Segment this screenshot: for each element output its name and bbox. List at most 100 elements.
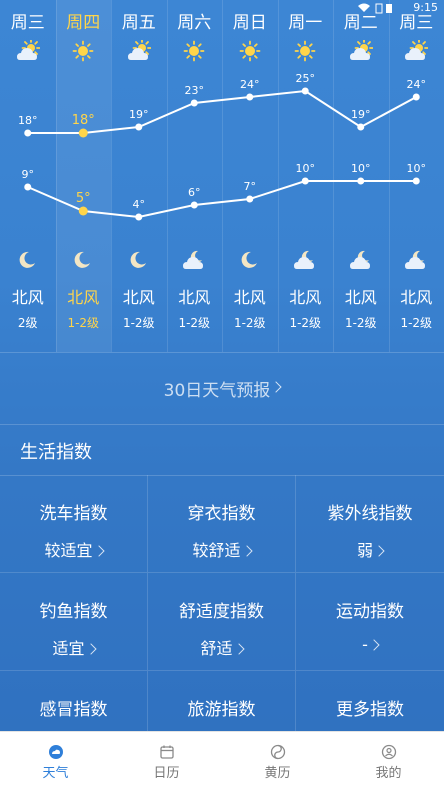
tab-label: 我的: [375, 766, 402, 781]
temperature-point: [24, 129, 32, 137]
wind-level: 1-2级: [344, 316, 377, 330]
temperature-label: 18°: [18, 114, 38, 127]
temperature-label: 7°: [244, 180, 257, 193]
life-index-cell[interactable]: 穿衣指数较舒适: [148, 475, 296, 573]
temperature-label: 9°: [22, 168, 35, 181]
temperature-point: [246, 195, 254, 203]
life-index-value: 较舒适: [148, 537, 295, 561]
tab-label: 天气: [42, 766, 69, 781]
moon-icon: [71, 249, 95, 271]
temperature-point: [135, 213, 143, 221]
life-index-cell[interactable]: 运动指数 -: [296, 573, 444, 671]
chevron-right-icon: [232, 642, 245, 655]
temperature-label: 6°: [188, 186, 201, 199]
tab-calendar[interactable]: 日历: [111, 732, 222, 790]
divider: [0, 424, 444, 425]
moon-icon: [127, 249, 151, 271]
temperature-point: [412, 93, 420, 101]
life-index-value: 适宜: [0, 635, 147, 659]
wind-level: 1-2级: [289, 316, 322, 330]
temperature-label: 19°: [129, 108, 149, 121]
wind-level: 1-2级: [178, 316, 211, 330]
wind-direction: 北风: [289, 288, 322, 307]
life-index-name: 钓鱼指数: [39, 602, 108, 622]
tab-label: 日历: [153, 766, 180, 781]
wind-level: 2级: [17, 316, 38, 330]
temperature-chart: 18° 18° 19° 23° 24° 25° 19° 24° 9° 5° 4° 6° 7° 10° 10°…: [18, 72, 427, 221]
weather-icon: [48, 744, 64, 760]
temperature-point: [412, 177, 420, 185]
moon-icon: [238, 249, 262, 271]
life-index-value: 较适宜: [0, 537, 147, 561]
temperature-point: [246, 93, 254, 101]
temperature-label: 10°: [407, 162, 427, 175]
temperature-label: 23°: [185, 84, 205, 97]
life-index-cell[interactable]: 紫外线指数弱: [296, 475, 444, 573]
wind-direction: 北风: [178, 288, 211, 307]
life-index-name: 运动指数: [336, 602, 404, 622]
wind-level: 1-2级: [400, 316, 433, 330]
moon-icon: [16, 249, 40, 271]
life-index-name: 感冒指数: [39, 700, 108, 720]
temperature-point: [78, 128, 88, 138]
temperature-label: 24°: [407, 78, 427, 91]
wind-direction: 北风: [67, 288, 100, 307]
life-index-value-text: 舒适: [200, 639, 233, 658]
forecast-panel[interactable]: 周三 北风 2级 周四 北风 1-2级 周五 北风 1-2级 周六 北风 1-2级 周日 北风 1-2级 周一…: [0, 0, 444, 352]
wind-level: 1-2级: [67, 316, 100, 330]
chevron-right-icon: [368, 638, 380, 651]
wind-level: 1-2级: [122, 316, 155, 330]
life-index-grid: 洗车指数 较适宜 穿衣指数 较舒适 紫外线指数弱钓鱼指数 适宜 舒适度指数 舒适 运动指数 - 感冒…: [0, 475, 444, 769]
temperature-point: [357, 123, 365, 131]
temperature-label: 18°: [72, 113, 95, 128]
life-index-cell[interactable]: 洗车指数 较适宜: [0, 475, 148, 573]
almanac-icon: [270, 744, 286, 760]
chevron-right-icon: [270, 381, 282, 393]
wind-direction: 北风: [11, 288, 44, 307]
chevron-right-icon: [92, 544, 105, 557]
life-index-value-text: 弱: [356, 541, 373, 560]
forecast-30-link[interactable]: 30日天气预报: [0, 352, 444, 424]
wind-level: 1-2级: [233, 316, 266, 330]
life-index-cell[interactable]: 钓鱼指数适宜: [0, 573, 148, 671]
tab-almanac[interactable]: 黄历: [222, 732, 333, 790]
cloudy-moon-icon: [182, 249, 206, 271]
cloudy-moon-icon: [349, 249, 373, 271]
temperature-point: [190, 201, 198, 209]
tab-label: 黄历: [264, 766, 291, 781]
chevron-right-icon: [373, 544, 385, 557]
bottom-tab-bar: 天气 日历 黄历 我的: [0, 731, 444, 790]
life-index-value-text: 适宜: [52, 639, 85, 658]
life-index-name: 穿衣指数: [187, 504, 256, 524]
temperature-point: [24, 183, 32, 191]
life-index-value: 舒适: [148, 635, 295, 659]
wind-direction: 北风: [344, 288, 377, 307]
temperature-label: 10°: [296, 162, 316, 175]
life-index-name: 更多指数: [336, 700, 404, 720]
temperature-label: 24°: [240, 78, 260, 91]
calendar-icon: [159, 744, 175, 760]
life-index-title: 生活指数: [20, 442, 92, 463]
temperature-point: [301, 87, 309, 95]
temperature-point: [357, 177, 365, 185]
temperature-label: 10°: [351, 162, 371, 175]
wind-direction: 北风: [122, 288, 155, 307]
temperature-point: [301, 177, 309, 185]
life-index-name: 洗车指数: [39, 504, 108, 524]
life-index-cell[interactable]: 舒适度指数 舒适: [148, 573, 296, 671]
temperature-point: [135, 123, 143, 131]
chevron-right-icon: [240, 544, 253, 557]
wind-direction: 北风: [233, 288, 266, 307]
profile-icon: [381, 744, 397, 760]
tab-weather[interactable]: 天气: [0, 732, 111, 790]
temperature-label: 25°: [296, 72, 316, 85]
life-index-value-text: 较舒适: [192, 541, 241, 560]
forecast-30-label: 30日天气预报: [163, 380, 271, 401]
cloudy-moon-icon: [404, 249, 428, 271]
temperature-label: 5°: [76, 191, 91, 206]
tab-profile[interactable]: 我的: [333, 732, 444, 790]
life-index-value: -: [296, 635, 444, 654]
life-index-name: 旅游指数: [187, 700, 256, 720]
cloudy-moon-icon: [293, 249, 317, 271]
wind-direction: 北风: [400, 288, 433, 307]
